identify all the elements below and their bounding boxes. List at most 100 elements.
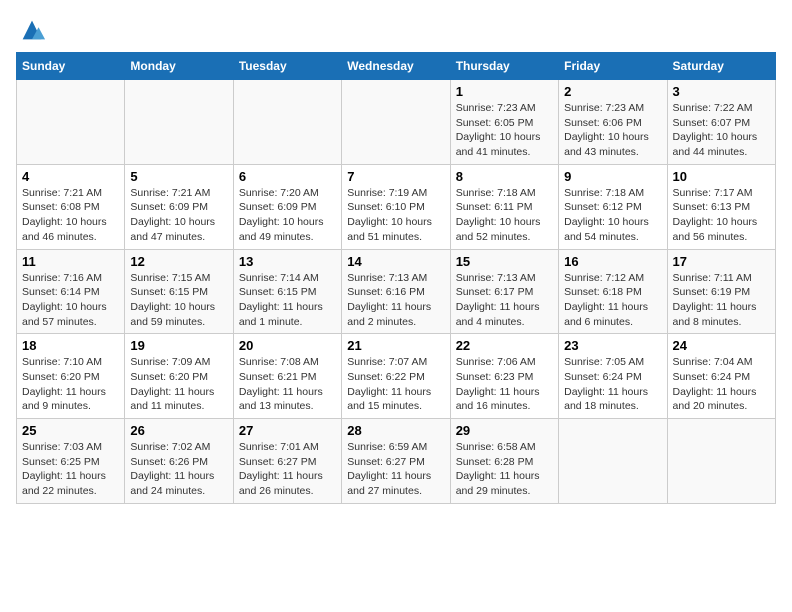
day-number: 11 [22,254,119,269]
calendar-cell: 26 Sunrise: 7:02 AM Sunset: 6:26 PM Dayl… [125,419,233,504]
calendar-cell: 11 Sunrise: 7:16 AM Sunset: 6:14 PM Dayl… [17,249,125,334]
day-info: Sunrise: 7:17 AM Sunset: 6:13 PM Dayligh… [673,187,758,243]
day-header-tuesday: Tuesday [233,53,341,80]
calendar-cell: 6 Sunrise: 7:20 AM Sunset: 6:09 PM Dayli… [233,164,341,249]
day-info: Sunrise: 7:06 AM Sunset: 6:23 PM Dayligh… [456,356,540,412]
day-number: 9 [564,169,661,184]
day-number: 28 [347,423,444,438]
day-number: 24 [673,338,770,353]
day-number: 18 [22,338,119,353]
day-number: 13 [239,254,336,269]
calendar-cell: 18 Sunrise: 7:10 AM Sunset: 6:20 PM Dayl… [17,334,125,419]
day-info: Sunrise: 7:13 AM Sunset: 6:17 PM Dayligh… [456,272,540,328]
day-info: Sunrise: 7:08 AM Sunset: 6:21 PM Dayligh… [239,356,323,412]
calendar-cell: 23 Sunrise: 7:05 AM Sunset: 6:24 PM Dayl… [559,334,667,419]
calendar-cell: 7 Sunrise: 7:19 AM Sunset: 6:10 PM Dayli… [342,164,450,249]
day-info: Sunrise: 7:23 AM Sunset: 6:06 PM Dayligh… [564,102,649,158]
calendar-cell: 13 Sunrise: 7:14 AM Sunset: 6:15 PM Dayl… [233,249,341,334]
calendar-cell [233,80,341,165]
day-info: Sunrise: 7:10 AM Sunset: 6:20 PM Dayligh… [22,356,106,412]
day-info: Sunrise: 7:19 AM Sunset: 6:10 PM Dayligh… [347,187,432,243]
day-number: 1 [456,84,553,99]
calendar-cell: 27 Sunrise: 7:01 AM Sunset: 6:27 PM Dayl… [233,419,341,504]
day-info: Sunrise: 7:03 AM Sunset: 6:25 PM Dayligh… [22,441,106,497]
calendar-cell: 24 Sunrise: 7:04 AM Sunset: 6:24 PM Dayl… [667,334,775,419]
calendar-header-row: SundayMondayTuesdayWednesdayThursdayFrid… [17,53,776,80]
calendar-cell: 22 Sunrise: 7:06 AM Sunset: 6:23 PM Dayl… [450,334,558,419]
day-number: 26 [130,423,227,438]
page-header [16,16,776,44]
day-header-monday: Monday [125,53,233,80]
day-number: 8 [456,169,553,184]
calendar-cell: 14 Sunrise: 7:13 AM Sunset: 6:16 PM Dayl… [342,249,450,334]
calendar-cell: 15 Sunrise: 7:13 AM Sunset: 6:17 PM Dayl… [450,249,558,334]
day-info: Sunrise: 7:09 AM Sunset: 6:20 PM Dayligh… [130,356,214,412]
day-info: Sunrise: 7:20 AM Sunset: 6:09 PM Dayligh… [239,187,324,243]
day-info: Sunrise: 7:18 AM Sunset: 6:11 PM Dayligh… [456,187,541,243]
logo [16,16,46,44]
day-info: Sunrise: 6:58 AM Sunset: 6:28 PM Dayligh… [456,441,540,497]
day-info: Sunrise: 7:22 AM Sunset: 6:07 PM Dayligh… [673,102,758,158]
day-header-thursday: Thursday [450,53,558,80]
day-number: 19 [130,338,227,353]
day-number: 5 [130,169,227,184]
day-number: 10 [673,169,770,184]
day-info: Sunrise: 7:04 AM Sunset: 6:24 PM Dayligh… [673,356,757,412]
calendar-cell: 16 Sunrise: 7:12 AM Sunset: 6:18 PM Dayl… [559,249,667,334]
calendar-cell: 3 Sunrise: 7:22 AM Sunset: 6:07 PM Dayli… [667,80,775,165]
calendar-week-row: 25 Sunrise: 7:03 AM Sunset: 6:25 PM Dayl… [17,419,776,504]
day-info: Sunrise: 7:18 AM Sunset: 6:12 PM Dayligh… [564,187,649,243]
day-info: Sunrise: 7:02 AM Sunset: 6:26 PM Dayligh… [130,441,214,497]
day-number: 29 [456,423,553,438]
day-number: 15 [456,254,553,269]
day-number: 12 [130,254,227,269]
calendar-week-row: 4 Sunrise: 7:21 AM Sunset: 6:08 PM Dayli… [17,164,776,249]
day-info: Sunrise: 7:15 AM Sunset: 6:15 PM Dayligh… [130,272,215,328]
day-number: 21 [347,338,444,353]
calendar-cell: 21 Sunrise: 7:07 AM Sunset: 6:22 PM Dayl… [342,334,450,419]
calendar-cell [342,80,450,165]
day-number: 17 [673,254,770,269]
day-info: Sunrise: 7:23 AM Sunset: 6:05 PM Dayligh… [456,102,541,158]
calendar-cell: 4 Sunrise: 7:21 AM Sunset: 6:08 PM Dayli… [17,164,125,249]
calendar-cell: 25 Sunrise: 7:03 AM Sunset: 6:25 PM Dayl… [17,419,125,504]
calendar-cell: 1 Sunrise: 7:23 AM Sunset: 6:05 PM Dayli… [450,80,558,165]
day-number: 6 [239,169,336,184]
calendar-cell: 28 Sunrise: 6:59 AM Sunset: 6:27 PM Dayl… [342,419,450,504]
day-info: Sunrise: 7:05 AM Sunset: 6:24 PM Dayligh… [564,356,648,412]
day-info: Sunrise: 7:16 AM Sunset: 6:14 PM Dayligh… [22,272,107,328]
calendar-cell: 10 Sunrise: 7:17 AM Sunset: 6:13 PM Dayl… [667,164,775,249]
calendar-cell: 17 Sunrise: 7:11 AM Sunset: 6:19 PM Dayl… [667,249,775,334]
day-info: Sunrise: 7:21 AM Sunset: 6:09 PM Dayligh… [130,187,215,243]
calendar-cell: 19 Sunrise: 7:09 AM Sunset: 6:20 PM Dayl… [125,334,233,419]
day-info: Sunrise: 7:13 AM Sunset: 6:16 PM Dayligh… [347,272,431,328]
day-number: 22 [456,338,553,353]
day-number: 3 [673,84,770,99]
calendar-cell: 12 Sunrise: 7:15 AM Sunset: 6:15 PM Dayl… [125,249,233,334]
calendar-cell: 2 Sunrise: 7:23 AM Sunset: 6:06 PM Dayli… [559,80,667,165]
day-number: 4 [22,169,119,184]
day-number: 25 [22,423,119,438]
day-number: 20 [239,338,336,353]
day-info: Sunrise: 7:21 AM Sunset: 6:08 PM Dayligh… [22,187,107,243]
day-header-saturday: Saturday [667,53,775,80]
day-info: Sunrise: 6:59 AM Sunset: 6:27 PM Dayligh… [347,441,431,497]
calendar-cell [559,419,667,504]
day-info: Sunrise: 7:12 AM Sunset: 6:18 PM Dayligh… [564,272,648,328]
day-header-sunday: Sunday [17,53,125,80]
calendar-cell: 5 Sunrise: 7:21 AM Sunset: 6:09 PM Dayli… [125,164,233,249]
calendar-table: SundayMondayTuesdayWednesdayThursdayFrid… [16,52,776,504]
day-header-friday: Friday [559,53,667,80]
day-number: 14 [347,254,444,269]
calendar-week-row: 1 Sunrise: 7:23 AM Sunset: 6:05 PM Dayli… [17,80,776,165]
day-number: 16 [564,254,661,269]
calendar-cell [17,80,125,165]
day-info: Sunrise: 7:07 AM Sunset: 6:22 PM Dayligh… [347,356,431,412]
calendar-cell [667,419,775,504]
day-info: Sunrise: 7:11 AM Sunset: 6:19 PM Dayligh… [673,272,757,328]
calendar-week-row: 18 Sunrise: 7:10 AM Sunset: 6:20 PM Dayl… [17,334,776,419]
calendar-cell: 8 Sunrise: 7:18 AM Sunset: 6:11 PM Dayli… [450,164,558,249]
calendar-week-row: 11 Sunrise: 7:16 AM Sunset: 6:14 PM Dayl… [17,249,776,334]
calendar-cell [125,80,233,165]
day-number: 2 [564,84,661,99]
